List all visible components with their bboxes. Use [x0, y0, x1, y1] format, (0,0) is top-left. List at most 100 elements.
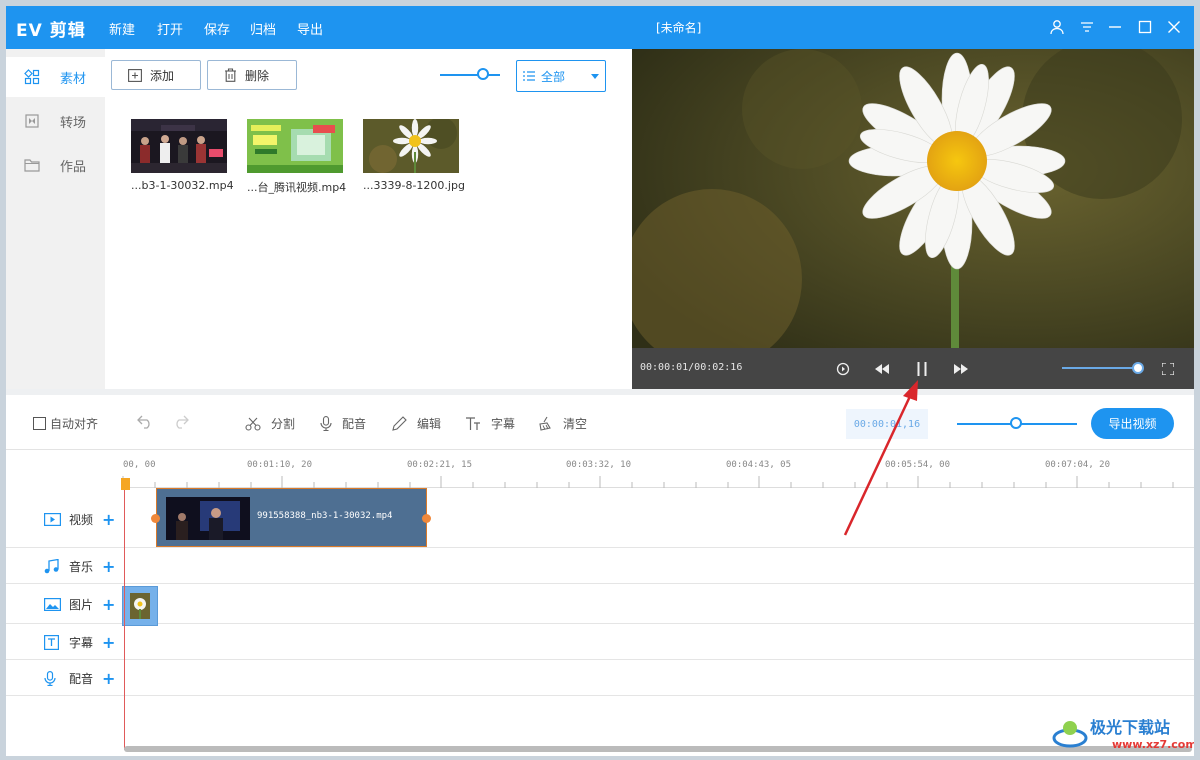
- video-track[interactable]: 视频 + 991558388_nb3-1-30032.mp4: [6, 488, 1194, 548]
- voiceover-button[interactable]: 配音: [320, 415, 366, 432]
- split-label: 分割: [271, 417, 296, 431]
- replay-icon[interactable]: [834, 360, 852, 378]
- video-clip-thumbnail: [166, 497, 250, 540]
- add-image-icon[interactable]: +: [102, 595, 115, 614]
- preview-panel: 00:00:01/00:02:16: [632, 49, 1194, 389]
- sidebar-item-works[interactable]: 作品: [6, 145, 105, 185]
- video-track-header: 视频 +: [44, 510, 115, 529]
- clip-start-handle[interactable]: [151, 514, 160, 523]
- sidebar-item-label: 转场: [60, 115, 87, 131]
- microphone-icon: [320, 416, 332, 431]
- image-track-header: 图片 +: [44, 595, 115, 614]
- playhead-line: [124, 480, 125, 750]
- menu-export[interactable]: 导出: [297, 19, 323, 38]
- menu-archive[interactable]: 归档: [250, 19, 276, 38]
- preview-image: [632, 49, 1194, 348]
- auto-align-checkbox[interactable]: 自动对齐: [33, 415, 98, 432]
- fullscreen-icon[interactable]: [1159, 360, 1177, 378]
- filter-value: 全部: [541, 69, 566, 84]
- split-button[interactable]: 分割: [245, 415, 295, 432]
- video-clip-name: 991558388_nb3-1-30032.mp4: [257, 511, 393, 521]
- undo-icon[interactable]: [137, 415, 153, 429]
- filter-select[interactable]: 全部: [516, 60, 606, 92]
- watermark: 极光下载站 www.xz7.com: [1052, 712, 1194, 756]
- clear-button[interactable]: 清空: [538, 415, 587, 432]
- add-button[interactable]: 添加: [111, 60, 201, 90]
- video-clip[interactable]: 991558388_nb3-1-30032.mp4: [151, 488, 431, 547]
- document-title: [未命名]: [656, 21, 702, 35]
- image-thumbnail: [363, 119, 459, 173]
- subtitle-track[interactable]: 字幕 +: [6, 624, 1194, 660]
- image-clip[interactable]: [122, 586, 158, 626]
- menu-new[interactable]: 新建: [109, 19, 135, 38]
- voiceover-track-header: 配音 +: [44, 669, 115, 688]
- video-thumbnail: [131, 119, 227, 173]
- watermark-url: www.xz7.com: [1112, 738, 1194, 751]
- subtitle-button[interactable]: 字幕: [465, 415, 515, 432]
- video-track-label: 视频: [69, 513, 94, 527]
- sidebar-item-label: 作品: [60, 159, 87, 175]
- title-bar: EV 剪辑 新建 打开 保存 归档 导出 [未命名]: [6, 6, 1194, 49]
- thumbnail-size-knob[interactable]: [477, 68, 489, 80]
- pencil-icon: [392, 416, 407, 431]
- timeline-tracks: 视频 + 991558388_nb3-1-30032.mp4 音乐 + 图片 +…: [6, 488, 1194, 756]
- add-voiceover-icon[interactable]: +: [102, 669, 115, 688]
- image-track-label: 图片: [69, 598, 94, 612]
- volume-slider[interactable]: [1062, 367, 1138, 369]
- media-item[interactable]: ...b3-1-30032.mp4: [131, 119, 234, 192]
- volume-knob[interactable]: [1132, 362, 1144, 374]
- maximize-icon[interactable]: [1134, 16, 1156, 38]
- redo-icon[interactable]: [173, 415, 189, 429]
- edit-label: 编辑: [417, 417, 442, 431]
- menu-dropdown-icon[interactable]: [1076, 16, 1098, 38]
- music-track-header: 音乐 +: [44, 557, 115, 576]
- image-track[interactable]: 图片 +: [6, 584, 1194, 624]
- delete-button-label: 删除: [245, 68, 270, 83]
- image-icon: [44, 598, 62, 611]
- sidebar: 素材 转场 作品: [6, 49, 105, 389]
- add-button-label: 添加: [150, 68, 175, 83]
- timeline-ruler[interactable]: 00, 00 00:01:10, 20 00:02:21, 15 00:03:3…: [121, 450, 1194, 488]
- sidebar-item-materials[interactable]: 素材: [6, 57, 105, 97]
- rewind-icon[interactable]: [873, 360, 891, 378]
- user-icon[interactable]: [1046, 16, 1068, 38]
- microphone-icon: [44, 671, 62, 686]
- music-track[interactable]: 音乐 +: [6, 548, 1194, 584]
- media-item[interactable]: ...台_腾讯视频.mp4: [247, 119, 347, 195]
- add-subtitle-icon[interactable]: +: [102, 633, 115, 652]
- clip-end-handle[interactable]: [422, 514, 431, 523]
- delete-button[interactable]: 删除: [207, 60, 297, 90]
- add-video-icon[interactable]: +: [102, 510, 115, 529]
- preview-controls: 00:00:01/00:02:16: [632, 348, 1194, 389]
- close-icon[interactable]: [1163, 16, 1185, 38]
- media-item-name: ...台_腾讯视频.mp4: [247, 181, 347, 194]
- minimize-icon[interactable]: [1104, 16, 1126, 38]
- text-icon: [465, 416, 481, 431]
- edit-button[interactable]: 编辑: [392, 415, 441, 432]
- playhead-handle[interactable]: [121, 478, 130, 490]
- grid-icon: [24, 69, 40, 85]
- media-panel: 添加 删除 全部 ...b3-1-30032.mp4 ...台_腾讯视频.mp4…: [105, 49, 626, 389]
- timeline-scrollbar[interactable]: [124, 746, 1192, 752]
- media-item[interactable]: ...3339-8-1200.jpg: [363, 119, 465, 192]
- add-music-icon[interactable]: +: [102, 557, 115, 576]
- add-file-icon: [128, 68, 142, 82]
- pause-icon[interactable]: [913, 360, 931, 378]
- menu-save[interactable]: 保存: [204, 19, 230, 38]
- menu-open[interactable]: 打开: [157, 19, 183, 38]
- export-video-button[interactable]: 导出视频: [1091, 408, 1174, 439]
- thumbnail-size-slider[interactable]: [440, 74, 500, 76]
- clear-label: 清空: [563, 417, 588, 431]
- video-icon: [44, 513, 62, 526]
- image-clip-thumbnail: [130, 593, 150, 619]
- preview-time: 00:00:01/00:02:16: [640, 362, 743, 373]
- subtitle-track-label: 字幕: [69, 636, 94, 650]
- timeline-zoom-knob[interactable]: [1010, 417, 1022, 429]
- sidebar-item-transitions[interactable]: 转场: [6, 101, 105, 141]
- transition-icon: [24, 113, 40, 129]
- folder-icon: [24, 157, 40, 173]
- voiceover-track[interactable]: 配音 +: [6, 660, 1194, 696]
- subtitle-track-header: 字幕 +: [44, 633, 115, 652]
- checkbox-box[interactable]: [33, 417, 46, 430]
- fast-forward-icon[interactable]: [952, 360, 970, 378]
